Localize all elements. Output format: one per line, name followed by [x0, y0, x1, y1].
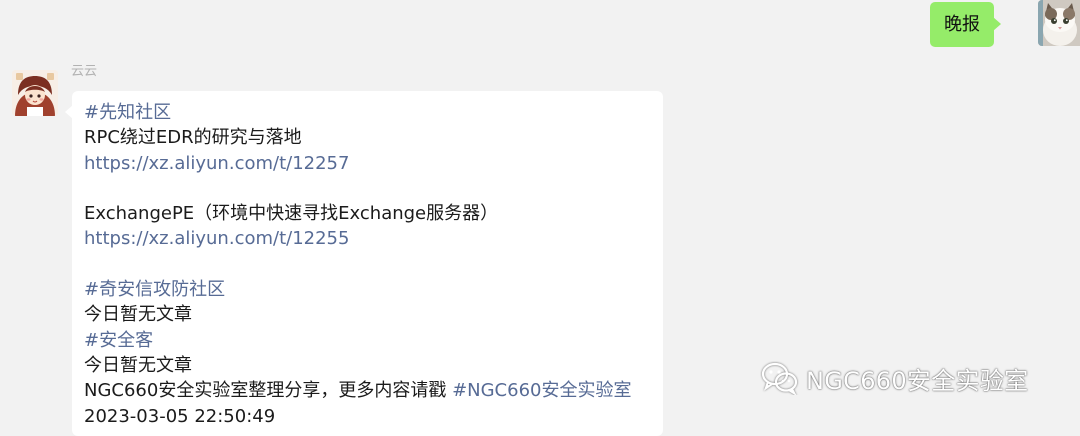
article-link-12255[interactable]: https://xz.aliyun.com/t/12255 [84, 226, 659, 251]
article-title-rpc: RPC绕过EDR的研究与落地 [84, 127, 302, 149]
article-link-12257[interactable]: https://xz.aliyun.com/t/12257 [84, 151, 659, 176]
message-body: #先知社区 RPC绕过EDR的研究与落地 https://xz.aliyun.c… [84, 100, 659, 429]
wechat-logo-icon [761, 362, 798, 395]
incoming-bubble[interactable]: #先知社区 RPC绕过EDR的研究与落地 https://xz.aliyun.c… [65, 91, 663, 436]
outgoing-bubble[interactable]: 晚报 [930, 2, 1001, 47]
watermark-text: NGC660安全实验室 [806, 366, 1029, 395]
article-title-exchangepe: ExchangePE（环境中快速寻找Exchange服务器） [84, 203, 499, 225]
timestamp: 2023-03-05 22:50:49 [84, 405, 276, 427]
sender-avatar[interactable] [12, 70, 58, 116]
hashtag-qianxin[interactable]: #奇安信攻防社区 [84, 277, 659, 302]
chat-window: 晚报 云云 #先知社区 RPC绕过EDR的研究与落地 https://xz.al… [0, 0, 1080, 436]
share-line: NGC660安全实验室整理分享，更多内容请戳 #NGC660安全实验室 [84, 378, 659, 403]
cat-avatar-icon [1038, 0, 1080, 46]
no-article-text: 今日暂无文章 [84, 354, 192, 376]
no-article-text: 今日暂无文章 [84, 304, 192, 326]
sender-name: 云云 [71, 64, 98, 79]
hashtag-anquanke[interactable]: #安全客 [84, 328, 659, 353]
hashtag-ngc660[interactable]: #NGC660安全实验室 [452, 380, 631, 401]
outgoing-text: 晚报 [944, 14, 980, 35]
watermark: NGC660安全实验室 [760, 358, 1028, 398]
hashtag-xianzhi[interactable]: #先知社区 [84, 100, 659, 125]
outgoing-message: 晚报 [880, 0, 1080, 50]
share-text: NGC660安全实验室整理分享，更多内容请戳 [84, 380, 453, 402]
self-avatar[interactable] [1038, 0, 1080, 46]
girl-avatar-icon [12, 70, 58, 116]
incoming-message: 云云 #先知社区 RPC绕过EDR的研究与落地 https://xz.aliyu… [0, 58, 700, 436]
